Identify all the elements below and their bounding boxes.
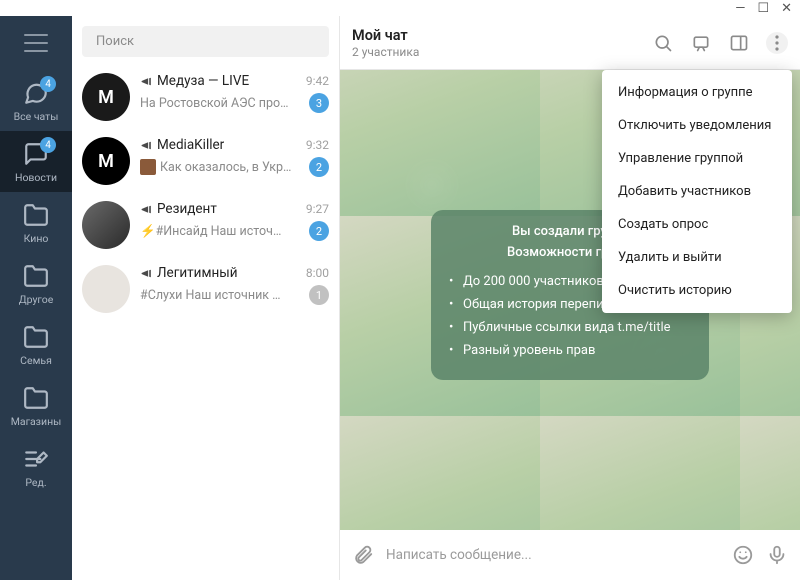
chat-item-legitimny[interactable]: Легитимный 8:00 #Слухи Наш источник … 1	[72, 257, 339, 321]
folder-sidebar: 4 Все чаты 4 Новости Кино Другое Семья М…	[0, 16, 72, 580]
chat-title: Мой чат	[352, 27, 419, 44]
avatar: M	[82, 73, 130, 121]
chat-time: 9:42	[306, 74, 329, 88]
chat-preview: #Слухи Наш источник …	[140, 288, 303, 303]
chat-preview: На Ростовской АЭС про…	[140, 96, 303, 111]
chat-item-mediakiller[interactable]: M MediaKiller 9:32 Как оказалось, в Укр……	[72, 129, 339, 193]
sidebar-item-all-chats[interactable]: 4 Все чаты	[0, 70, 72, 131]
chat-panel: Мой чат 2 участника Информация о группе …	[340, 16, 800, 580]
attach-icon[interactable]	[352, 544, 374, 566]
card-bullet: Разный уровень прав	[449, 339, 691, 362]
sidebar-item-shops[interactable]: Магазины	[0, 375, 72, 436]
sidebar-item-label: Другое	[19, 293, 54, 306]
maximize-button[interactable]: ☐	[757, 1, 769, 16]
menu-icon[interactable]	[24, 34, 48, 52]
avatar: M	[82, 137, 130, 185]
folder-icon	[23, 385, 49, 411]
sidebar-toggle-icon[interactable]	[728, 32, 750, 54]
menu-manage-group[interactable]: Управление группой	[602, 142, 792, 175]
sidebar-item-label: Новости	[15, 171, 57, 184]
avatar	[82, 265, 130, 313]
sidebar-item-family[interactable]: Семья	[0, 314, 72, 375]
more-icon[interactable]	[766, 32, 788, 54]
message-input[interactable]: Написать сообщение...	[386, 547, 720, 563]
thumb-icon	[140, 159, 156, 175]
chat-menu-dropdown: Информация о группе Отключить уведомлени…	[602, 70, 792, 313]
card-bullet: Публичные ссылки вида t.me/title	[449, 316, 691, 339]
sidebar-item-label: Магазины	[11, 415, 62, 428]
chat-preview: Как оказалось, в Укр…	[140, 159, 303, 175]
window-controls: — ☐ ✕	[0, 0, 800, 16]
chat-preview: ⚡#Инсайд Наш источ…	[140, 224, 303, 239]
badge: 4	[40, 137, 56, 153]
sidebar-item-label: Все чаты	[14, 110, 59, 123]
search-icon[interactable]	[652, 32, 674, 54]
sidebar-item-news[interactable]: 4 Новости	[0, 131, 72, 192]
megaphone-icon	[140, 267, 153, 280]
chat-time: 8:00	[306, 266, 329, 280]
minimize-button[interactable]: —	[735, 1, 745, 16]
menu-add-members[interactable]: Добавить участников	[602, 175, 792, 208]
folder-icon	[23, 202, 49, 228]
megaphone-icon	[140, 75, 153, 88]
message-composer: Написать сообщение...	[340, 530, 800, 580]
close-button[interactable]: ✕	[781, 1, 792, 16]
menu-delete-leave[interactable]: Удалить и выйти	[602, 241, 792, 274]
sidebar-item-edit[interactable]: Ред.	[0, 436, 72, 497]
edit-icon	[23, 446, 49, 472]
unread-badge: 2	[309, 221, 329, 241]
unread-badge: 3	[309, 93, 329, 113]
sidebar-item-cinema[interactable]: Кино	[0, 192, 72, 253]
search-input[interactable]: Поиск	[82, 26, 329, 57]
megaphone-icon	[140, 203, 153, 216]
chat-time: 9:27	[306, 202, 329, 216]
chat-name: Легитимный	[140, 265, 238, 281]
chat-item-rezident[interactable]: Резидент 9:27 ⚡#Инсайд Наш источ… 2	[72, 193, 339, 257]
chat-name: MediaKiller	[140, 137, 224, 153]
chat-name: Медуза — LIVE	[140, 73, 249, 89]
chat-item-meduza[interactable]: M Медуза — LIVE 9:42 На Ростовской АЭС п…	[72, 65, 339, 129]
menu-mute[interactable]: Отключить уведомления	[602, 109, 792, 142]
folder-icon	[23, 324, 49, 350]
mic-icon[interactable]	[766, 544, 788, 566]
unread-badge: 1	[309, 285, 329, 305]
unread-badge: 2	[309, 157, 329, 177]
comments-icon[interactable]	[690, 32, 712, 54]
sidebar-item-label: Кино	[24, 232, 49, 245]
sidebar-item-other[interactable]: Другое	[0, 253, 72, 314]
menu-clear-history[interactable]: Очистить историю	[602, 274, 792, 307]
megaphone-icon	[140, 139, 153, 152]
avatar	[82, 201, 130, 249]
emoji-icon[interactable]	[732, 544, 754, 566]
chat-subtitle: 2 участника	[352, 45, 419, 59]
menu-create-poll[interactable]: Создать опрос	[602, 208, 792, 241]
chat-time: 9:32	[306, 138, 329, 152]
folder-icon	[23, 263, 49, 289]
chat-name: Резидент	[140, 201, 217, 217]
sidebar-item-label: Семья	[20, 354, 52, 367]
menu-group-info[interactable]: Информация о группе	[602, 76, 792, 109]
sidebar-item-label: Ред.	[25, 476, 46, 489]
chat-header: Мой чат 2 участника	[340, 16, 800, 70]
badge: 4	[40, 76, 56, 92]
chat-list: Поиск M Медуза — LIVE 9:42 На Ростовской…	[72, 16, 340, 580]
